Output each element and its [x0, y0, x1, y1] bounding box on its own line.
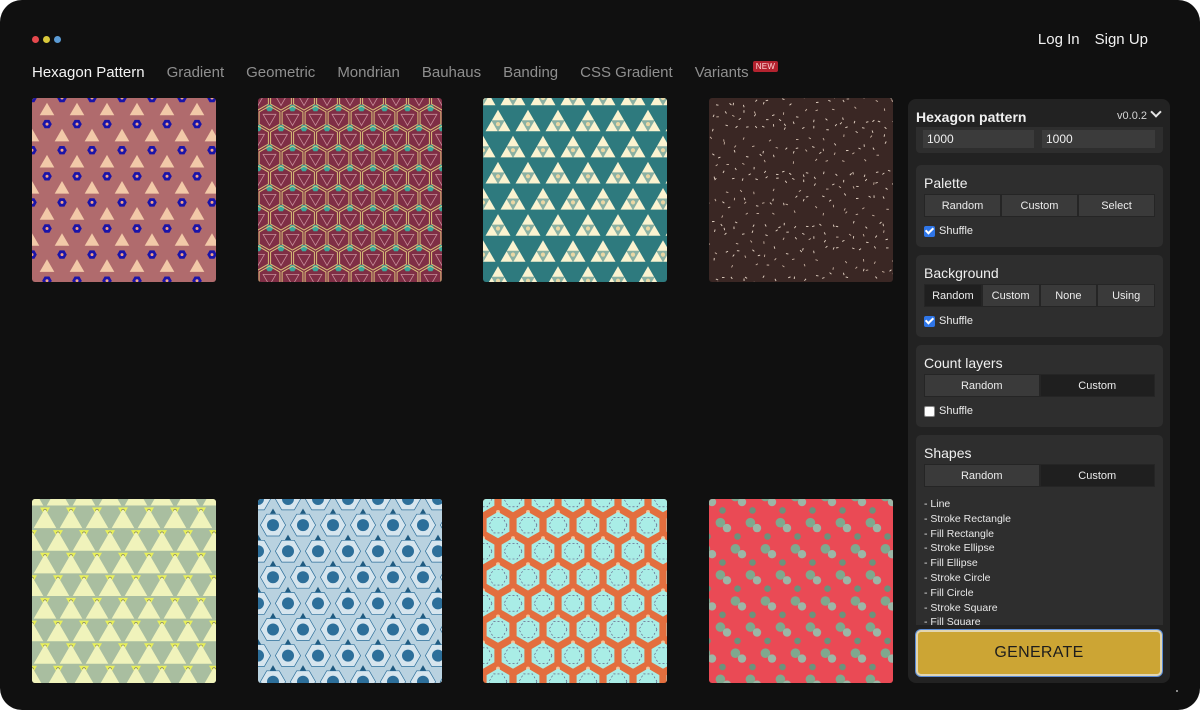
palette-section: Palette Random Custom Select Shuffle — [916, 165, 1163, 247]
pattern-thumbnail[interactable] — [32, 98, 216, 282]
width-input[interactable] — [923, 130, 1034, 148]
background-section: Background Random Custom None Using Shuf… — [916, 255, 1163, 337]
shapes-section: Shapes Random Custom - Line - Stroke Rec… — [916, 435, 1163, 625]
pattern-preview-icon — [483, 98, 667, 282]
count-layers-shuffle-checkbox[interactable]: Shuffle — [924, 405, 973, 417]
panel-header: Hexagon pattern v0.0.2 — [916, 106, 1162, 129]
list-item: - Stroke Circle — [924, 571, 991, 584]
background-none-button[interactable]: None — [1039, 284, 1098, 307]
size-section — [916, 127, 1163, 153]
shapes-custom-button[interactable]: Custom — [1039, 464, 1155, 487]
background-options: Random Custom None Using — [924, 284, 1155, 307]
shapes-options: Random Custom — [924, 464, 1155, 487]
pattern-preview-icon — [32, 98, 216, 282]
pattern-thumbnail[interactable] — [32, 499, 216, 683]
app-window: Log In Sign Up Hexagon Pattern Gradient … — [0, 0, 1200, 710]
palette-random-button[interactable]: Random — [924, 194, 1001, 217]
background-shuffle-checkbox[interactable]: Shuffle — [924, 315, 973, 327]
minimize-dot[interactable] — [43, 36, 50, 43]
shapes-random-button[interactable]: Random — [924, 464, 1040, 487]
tab-variants-label: Variants — [694, 64, 749, 81]
new-badge: NEW — [752, 61, 779, 72]
tab-geometric[interactable]: Geometric — [246, 64, 315, 81]
checkbox-checked-icon — [924, 315, 935, 327]
tab-gradient[interactable]: Gradient — [167, 64, 225, 81]
tab-banding[interactable]: Banding — [503, 64, 558, 81]
count-layers-random-button[interactable]: Random — [924, 374, 1040, 397]
pattern-thumbnail[interactable] — [483, 98, 667, 282]
count-layers-custom-button[interactable]: Custom — [1039, 374, 1155, 397]
shapes-title: Shapes — [924, 445, 972, 461]
close-dot[interactable] — [32, 36, 39, 43]
auth-links: Log In Sign Up — [1038, 31, 1148, 48]
pattern-preview-icon — [483, 499, 667, 683]
background-shuffle-label: Shuffle — [939, 315, 974, 327]
background-title: Background — [924, 265, 999, 281]
tab-variants[interactable]: Variants NEW — [694, 61, 779, 81]
pattern-thumbnail[interactable] — [258, 499, 442, 683]
background-using-button[interactable]: Using — [1097, 284, 1155, 307]
background-random-button[interactable]: Random — [924, 284, 982, 307]
list-item: - Fill Square — [924, 616, 981, 625]
version-select[interactable]: v0.0.2 — [1117, 106, 1162, 122]
pattern-preview-icon — [709, 98, 893, 282]
tab-mondrian[interactable]: Mondrian — [337, 64, 400, 81]
shapes-list[interactable]: - Line - Stroke Rectangle - Fill Rectang… — [924, 497, 1011, 625]
list-item: - Fill Ellipse — [924, 557, 978, 570]
count-layers-shuffle-label: Shuffle — [939, 405, 974, 417]
maximize-dot[interactable] — [54, 36, 61, 43]
list-item: - Line — [924, 498, 951, 510]
pattern-preview-icon — [258, 98, 442, 282]
list-item: - Stroke Ellipse — [924, 542, 995, 555]
resize-corner — [1176, 690, 1178, 692]
chevron-down-icon — [1150, 106, 1162, 118]
pattern-thumbnail[interactable] — [258, 98, 442, 282]
count-layers-title: Count layers — [924, 355, 1003, 371]
palette-custom-button[interactable]: Custom — [1001, 194, 1078, 217]
window-controls — [32, 36, 61, 43]
tab-css-gradient[interactable]: CSS Gradient — [580, 64, 673, 81]
pattern-thumbnail[interactable] — [483, 499, 667, 683]
palette-options: Random Custom Select — [924, 194, 1155, 217]
palette-select-button[interactable]: Select — [1078, 194, 1155, 217]
pattern-thumbnail[interactable] — [709, 98, 893, 282]
tab-bauhaus[interactable]: Bauhaus — [422, 64, 481, 81]
palette-shuffle-checkbox[interactable]: Shuffle — [924, 225, 973, 237]
panel-title: Hexagon pattern — [916, 109, 1027, 125]
list-item: - Fill Rectangle — [924, 527, 995, 540]
generator-tabs: Hexagon Pattern Gradient Geometric Mondr… — [32, 61, 779, 81]
height-input[interactable] — [1042, 130, 1155, 148]
list-item: - Stroke Square — [924, 601, 998, 614]
count-layers-options: Random Custom — [924, 374, 1155, 397]
generate-button[interactable]: GENERATE — [916, 630, 1162, 676]
pattern-thumbnail[interactable] — [709, 499, 893, 683]
pattern-preview-icon — [32, 499, 216, 683]
pattern-preview-icon — [709, 499, 893, 683]
login-link[interactable]: Log In — [1038, 31, 1080, 48]
list-item: - Stroke Rectangle — [924, 512, 1011, 525]
background-custom-button[interactable]: Custom — [981, 284, 1040, 307]
signup-link[interactable]: Sign Up — [1095, 31, 1148, 48]
palette-shuffle-label: Shuffle — [939, 225, 974, 237]
count-layers-section: Count layers Random Custom Shuffle — [916, 345, 1163, 427]
version-label: v0.0.2 — [1117, 110, 1147, 122]
pattern-preview-icon — [258, 499, 442, 683]
checkbox-checked-icon — [924, 225, 935, 237]
settings-panel: Hexagon pattern v0.0.2 Palette Random Cu… — [908, 99, 1170, 683]
palette-title: Palette — [924, 175, 968, 191]
list-item: - Fill Circle — [924, 586, 974, 599]
tab-hexagon-pattern[interactable]: Hexagon Pattern — [32, 64, 145, 81]
checkbox-unchecked-icon — [924, 405, 935, 417]
